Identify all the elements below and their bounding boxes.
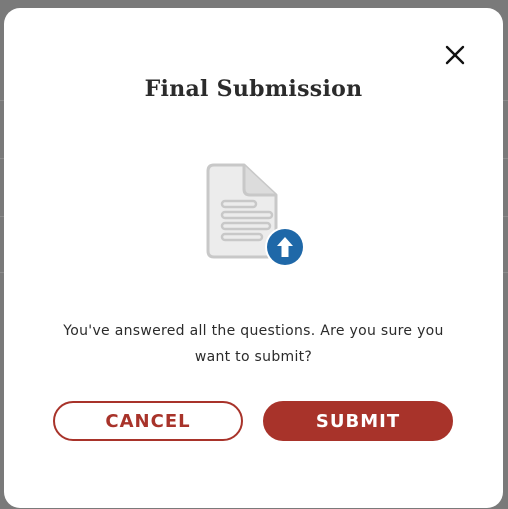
message-line: want to submit? [194,349,313,365]
submit-button[interactable]: SUBMIT [263,401,453,441]
confirmation-message: You've answered all the questions. Are y… [44,318,463,370]
cancel-button[interactable]: CANCEL [53,401,243,441]
backdrop-divider [503,216,508,217]
document-upload-icon [204,163,305,267]
backdrop-divider [503,272,508,273]
message-line: You've answered all the questions. Are y… [63,323,444,339]
cancel-button-label: CANCEL [105,410,191,432]
dialog-title: Final Submission [144,76,363,102]
backdrop-divider [503,100,508,101]
submit-button-label: SUBMIT [315,410,401,432]
close-icon [445,45,465,65]
close-button[interactable] [444,44,466,66]
backdrop-divider [503,158,508,159]
final-submission-dialog: Final Submission You've answered all the… [4,8,503,508]
